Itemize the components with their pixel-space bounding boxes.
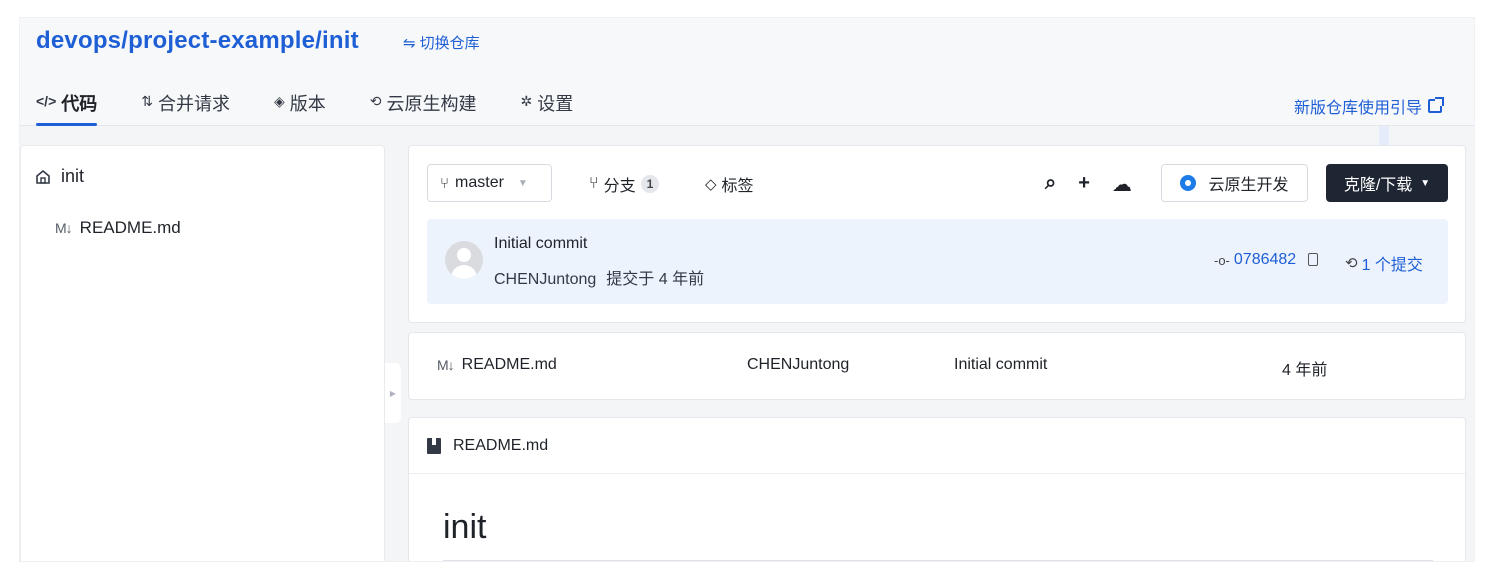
last-commit-meta: CHENJuntong 提交于 4 年前 bbox=[494, 265, 704, 289]
file-name-link[interactable]: M↓ README.md bbox=[437, 356, 557, 374]
tree-root-label: init bbox=[61, 166, 85, 186]
chevron-down-icon: ▼ bbox=[517, 177, 528, 189]
readme-card: README.md init bbox=[408, 417, 1466, 561]
tab-settings[interactable]: ✲ 设置 bbox=[521, 86, 574, 126]
readme-divider bbox=[443, 560, 1433, 561]
repo-toolbar-card: ⑂ master ▼ ⑂ 分支 1 ◇ 标签 ⌕ + ☁ 云原生开发 克隆/下载… bbox=[408, 145, 1466, 323]
tree-file-label: README.md bbox=[79, 218, 181, 237]
book-icon bbox=[427, 437, 441, 454]
commit-count: 1 个提交 bbox=[1361, 257, 1423, 274]
file-tree-sidebar: init M↓ README.md bbox=[20, 145, 385, 561]
avatar bbox=[445, 241, 483, 279]
tab-code[interactable]: </> 代码 bbox=[36, 86, 98, 126]
cloud-upload-icon[interactable]: ☁ bbox=[1112, 172, 1132, 197]
file-name: README.md bbox=[461, 356, 557, 373]
swap-icon: ⇋ bbox=[403, 35, 416, 52]
layers-icon: ◈ bbox=[273, 93, 285, 109]
branch-selector[interactable]: ⑂ master ▼ bbox=[427, 164, 552, 202]
commit-history-link[interactable]: ⟲ 1 个提交 bbox=[1345, 251, 1423, 275]
code-icon: </> bbox=[36, 93, 57, 109]
branch-name: master bbox=[455, 174, 504, 191]
clone-label: 克隆/下载 bbox=[1343, 177, 1413, 194]
tool-icons: ⌕ + ☁ bbox=[1045, 172, 1154, 197]
build-icon: ⟲ bbox=[369, 93, 382, 109]
commit-icon: -o- bbox=[1214, 252, 1230, 268]
branches-label: 分支 bbox=[603, 178, 636, 195]
branch-icon: ⑂ bbox=[440, 174, 450, 192]
tab-label: 版本 bbox=[289, 94, 326, 114]
tags-label: 标签 bbox=[721, 178, 754, 195]
copy-icon[interactable] bbox=[1306, 253, 1318, 267]
switch-repo-label: 切换仓库 bbox=[419, 35, 480, 52]
last-commit-panel: Initial commit CHENJuntong 提交于 4 年前 -o- 0… bbox=[427, 219, 1448, 304]
table-row: M↓ README.md CHENJuntong Initial commit … bbox=[409, 333, 1465, 399]
commit-hash-link[interactable]: -o- 0786482 bbox=[1214, 251, 1296, 269]
cloud-dev-label: 云原生开发 bbox=[1208, 177, 1289, 194]
sidebar-collapse-handle[interactable]: ▶ bbox=[385, 363, 401, 423]
search-icon[interactable]: ⌕ bbox=[1045, 172, 1056, 197]
guide-label: 新版仓库使用引导 bbox=[1293, 100, 1422, 117]
tag-icon: ◇ bbox=[705, 176, 717, 193]
caret-down-icon: ▼ bbox=[1420, 177, 1431, 189]
tree-file-item[interactable]: M↓ README.md bbox=[55, 218, 181, 238]
file-author: CHENJuntong bbox=[747, 356, 850, 373]
tab-label: 代码 bbox=[61, 94, 98, 114]
home-icon bbox=[36, 169, 50, 184]
markdown-icon: M↓ bbox=[55, 220, 73, 236]
readme-heading: init bbox=[443, 508, 487, 546]
repo-path-title[interactable]: devops/project-example/init bbox=[36, 27, 359, 55]
cloud-dev-button[interactable]: 云原生开发 bbox=[1161, 164, 1308, 202]
commit-time: 提交于 4 年前 bbox=[606, 271, 705, 288]
branches-count-badge: 1 bbox=[640, 175, 660, 193]
commit-hash: 0786482 bbox=[1233, 251, 1297, 268]
readme-header: README.md bbox=[409, 418, 1465, 474]
tags-link[interactable]: ◇ 标签 bbox=[705, 172, 754, 196]
branches-link[interactable]: ⑂ 分支 1 bbox=[589, 172, 660, 196]
merge-request-icon: ⇅ bbox=[141, 93, 153, 109]
file-time: 4 年前 bbox=[1282, 362, 1328, 379]
file-list: M↓ README.md CHENJuntong Initial commit … bbox=[408, 332, 1466, 400]
new-repo-guide-link[interactable]: 新版仓库使用引导 bbox=[1293, 94, 1444, 118]
external-link-icon bbox=[1428, 97, 1444, 113]
switch-repo-link[interactable]: ⇋ 切换仓库 bbox=[403, 32, 480, 53]
markdown-icon: M↓ bbox=[437, 357, 455, 373]
repo-tabs: </> 代码 ⇅ 合并请求 ◈ 版本 ⟲ 云原生构建 ✲ 设置 bbox=[36, 86, 617, 126]
tab-label: 合并请求 bbox=[157, 94, 230, 114]
branch-icon: ⑂ bbox=[589, 175, 599, 192]
repo-header: devops/project-example/init ⇋ 切换仓库 </> 代码… bbox=[20, 18, 1474, 126]
tree-root-item[interactable]: init bbox=[35, 166, 84, 187]
add-icon[interactable]: + bbox=[1078, 172, 1090, 197]
tab-releases[interactable]: ◈ 版本 bbox=[274, 86, 326, 126]
file-commit-message[interactable]: Initial commit bbox=[954, 356, 1047, 374]
tab-merge-requests[interactable]: ⇅ 合并请求 bbox=[141, 86, 230, 126]
clone-download-button[interactable]: 克隆/下载 ▼ bbox=[1326, 164, 1448, 202]
tab-label: 设置 bbox=[537, 94, 574, 114]
commit-author: CHENJuntong bbox=[494, 271, 597, 288]
tab-cloud-build[interactable]: ⟲ 云原生构建 bbox=[370, 86, 477, 126]
cloud-dev-logo-icon bbox=[1180, 175, 1197, 191]
repo-page: devops/project-example/init ⇋ 切换仓库 </> 代码… bbox=[20, 18, 1474, 561]
history-icon: ⟲ bbox=[1345, 255, 1358, 272]
gear-icon: ✲ bbox=[520, 93, 533, 109]
readme-file-label: README.md bbox=[453, 436, 549, 454]
last-commit-message[interactable]: Initial commit bbox=[494, 235, 587, 253]
tab-label: 云原生构建 bbox=[386, 94, 477, 114]
